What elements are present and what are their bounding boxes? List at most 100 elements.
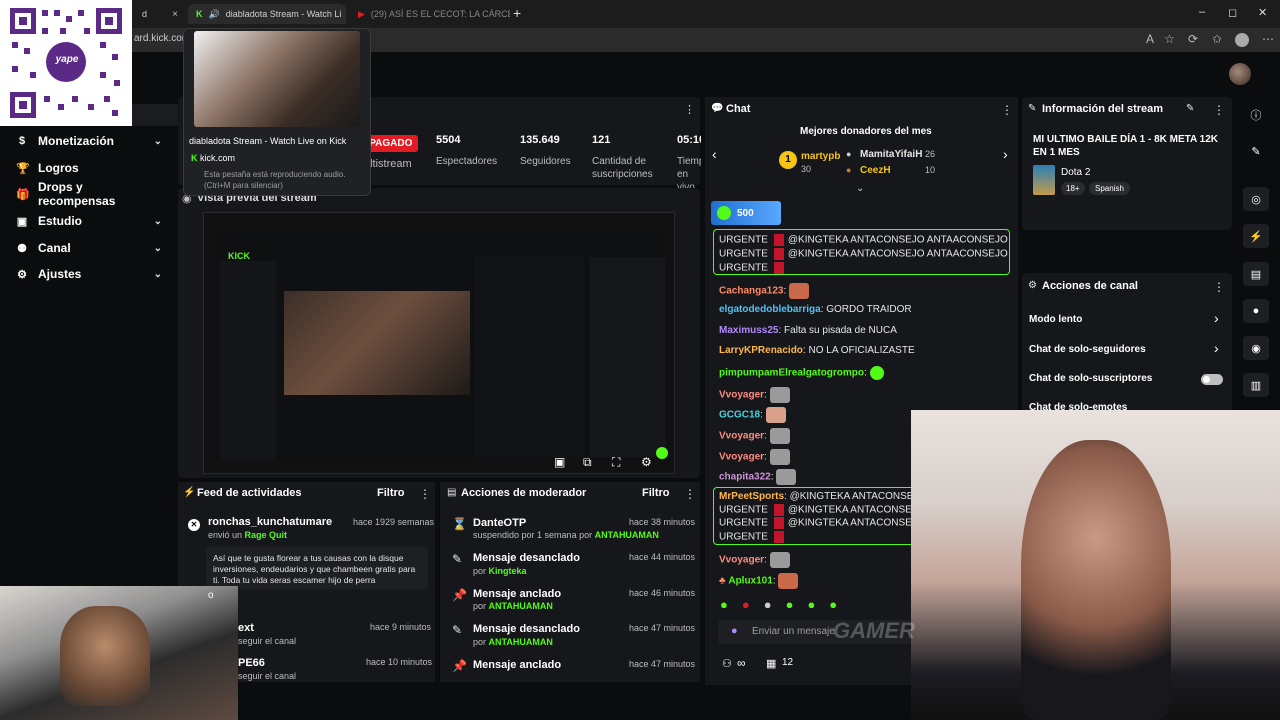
chat-bubble-icon[interactable]: ● xyxy=(1243,299,1269,323)
goal-bar[interactable]: 500 xyxy=(711,201,781,225)
avatar[interactable] xyxy=(1229,63,1251,85)
sidebar-item-label: Logros xyxy=(38,161,79,175)
close-icon[interactable]: × xyxy=(172,9,178,20)
mod-action-by: ANTAHUAMAN xyxy=(594,530,659,540)
more-icon[interactable]: ⋮ xyxy=(1001,103,1013,117)
donor-name[interactable]: CeezH xyxy=(860,165,891,176)
more-icon[interactable]: ⋮ xyxy=(684,103,695,116)
chat-username[interactable]: elgatodedoblebarriga xyxy=(719,304,821,315)
chat-message: Vvoyager: xyxy=(719,387,790,403)
document-icon[interactable]: ▤ xyxy=(1243,262,1269,286)
chat-username[interactable]: Vvoyager xyxy=(719,452,764,463)
expand-icon[interactable]: ⌄ xyxy=(856,183,864,194)
mod-action-title[interactable]: Mensaje desanclado xyxy=(473,623,580,635)
emote-icon[interactable]: ● xyxy=(764,597,772,612)
subs-only-toggle[interactable] xyxy=(1201,374,1223,385)
urgent-word: URGENTE xyxy=(719,517,768,529)
action-subs-only[interactable]: Chat de solo-suscriptores xyxy=(1029,373,1152,384)
urgent-line: URGENTE xyxy=(719,262,788,274)
preview-nested-video xyxy=(284,291,470,395)
timer-icon[interactable]: ▦ xyxy=(766,657,776,670)
edit-icon[interactable]: ✎ xyxy=(1186,103,1194,114)
sidebar-item-canal[interactable]: ⚉ Canal ⌄ xyxy=(16,237,162,259)
more-icon[interactable]: ⋮ xyxy=(684,487,696,501)
chat-username[interactable]: pimpumpamElrealgatogrompo xyxy=(719,368,864,379)
chat-username[interactable]: LarryKPRenacido xyxy=(719,345,803,356)
users-icon[interactable]: ⚇ xyxy=(722,657,732,670)
chat-username[interactable]: Maximuss25 xyxy=(719,325,778,336)
chat-username[interactable]: Vvoyager xyxy=(719,431,764,442)
activity-user[interactable]: ext xyxy=(238,622,254,634)
more-icon[interactable]: ⋮ xyxy=(1213,280,1225,294)
chat-message: Cachanga123: xyxy=(719,283,810,299)
chevron-right-icon[interactable]: › xyxy=(1214,310,1219,326)
chevron-right-icon[interactable]: › xyxy=(1003,146,1008,162)
activity-user[interactable]: PE66 xyxy=(238,657,265,669)
chat-username[interactable]: GCGC18 xyxy=(719,410,760,421)
chat-username[interactable]: Aplux101 xyxy=(728,576,772,587)
chevron-right-icon[interactable]: › xyxy=(1214,340,1219,356)
sidebar-item-monetizacion[interactable]: $ Monetización ⌄ xyxy=(16,130,162,152)
filter-button[interactable]: Filtro xyxy=(377,487,405,499)
kick-logo: KICK xyxy=(228,251,250,261)
sidebar-item-drops[interactable]: 🎁 Drops y recompensas xyxy=(16,180,162,208)
action-followers-only[interactable]: Chat de solo-seguidores xyxy=(1029,344,1146,355)
tab-youtube[interactable]: ▶ (29) ASÍ ES EL CECOT: LA CÁRCEL xyxy=(350,4,510,24)
pencil-icon[interactable]: ✎ xyxy=(1243,139,1269,163)
mod-action-title[interactable]: Mensaje desanclado xyxy=(473,552,580,564)
close-window-button[interactable]: ✕ xyxy=(1258,6,1267,19)
tab-dashboard[interactable]: d × xyxy=(134,4,186,24)
chat-username[interactable]: Vvoyager xyxy=(719,390,764,401)
chat-message: Vvoyager: xyxy=(719,552,790,568)
star-icon[interactable]: ☆ xyxy=(1164,32,1175,46)
read-aloud-icon[interactable]: A xyxy=(1146,32,1154,46)
maximize-button[interactable]: ◻ xyxy=(1228,6,1237,19)
action-slow-mode[interactable]: Modo lento xyxy=(1029,314,1082,325)
sidebar-item-estudio[interactable]: ▣ Estudio ⌄ xyxy=(16,210,162,232)
filter-button[interactable]: Filtro xyxy=(642,487,670,499)
emote-icon[interactable]: ● xyxy=(742,597,750,612)
more-icon[interactable]: ⋮ xyxy=(419,487,431,501)
broadcast-icon[interactable]: ◉ xyxy=(1243,336,1269,360)
layout-icon[interactable]: ▥ xyxy=(1243,373,1269,397)
chat-username[interactable]: Vvoyager xyxy=(719,555,764,566)
favorites-icon[interactable]: ✩ xyxy=(1212,32,1222,46)
mod-action-title[interactable]: Mensaje anclado xyxy=(473,659,561,671)
game-name[interactable]: Dota 2 xyxy=(1061,167,1090,178)
tab-diabladota[interactable]: K 🔊 diabladota Stream - Watch Li × xyxy=(188,4,346,24)
profile-icon[interactable] xyxy=(1235,33,1249,47)
donor-name[interactable]: martypb xyxy=(801,151,840,162)
mod-action-by-prefix: por xyxy=(473,566,487,576)
url-text[interactable]: ard.kick.com xyxy=(134,33,190,44)
donor-name[interactable]: MamitaYifaiH xyxy=(860,149,922,160)
emote-picker-icon[interactable]: ● xyxy=(731,625,738,637)
activity-user[interactable]: ronchas_kunchatumare xyxy=(208,516,332,528)
mod-action-title[interactable]: DanteOTP xyxy=(473,517,526,529)
chat-username[interactable]: chapita322 xyxy=(719,472,771,483)
emote-icon[interactable]: ● xyxy=(786,597,794,612)
mod-action-title[interactable]: Mensaje anclado xyxy=(473,588,561,600)
target-icon[interactable]: ◎ xyxy=(1243,187,1269,211)
emote-icon[interactable]: ● xyxy=(829,597,837,612)
emote-icon[interactable]: ● xyxy=(720,597,728,612)
sidebar-item-label: Ajustes xyxy=(38,267,82,281)
new-tab-button[interactable]: + xyxy=(513,5,521,21)
refresh-icon[interactable]: ⟳ xyxy=(1188,32,1198,46)
more-icon[interactable]: ⋮ xyxy=(1213,103,1225,117)
stream-preview-video[interactable]: KICK xyxy=(203,212,675,474)
bolt-icon[interactable]: ⚡ xyxy=(1243,224,1269,248)
sidebar-item-ajustes[interactable]: ⚙ Ajustes ⌄ xyxy=(16,263,162,285)
chat-username[interactable]: MrPeetSports xyxy=(719,491,784,502)
game-cover[interactable] xyxy=(1033,165,1055,195)
chevron-left-icon[interactable]: ‹ xyxy=(712,146,717,162)
info-icon[interactable]: ⓘ xyxy=(1243,103,1269,127)
sidebar-item-logros[interactable]: 🏆 Logros xyxy=(16,157,162,179)
emote-icon[interactable]: ● xyxy=(807,597,815,612)
gift-icon: 🎁 xyxy=(16,188,30,201)
chat-username[interactable]: Cachanga123 xyxy=(719,286,783,297)
more-icon[interactable]: ⋯ xyxy=(1262,32,1274,46)
mod-action-time: hace 47 minutos xyxy=(629,659,696,669)
minimize-button[interactable]: – xyxy=(1199,6,1205,18)
stream-title: MI ULTIMO BAILE DÍA 1 - 8K META 12K EN 1… xyxy=(1033,134,1219,158)
speaker-icon[interactable]: 🔊 xyxy=(209,9,220,20)
